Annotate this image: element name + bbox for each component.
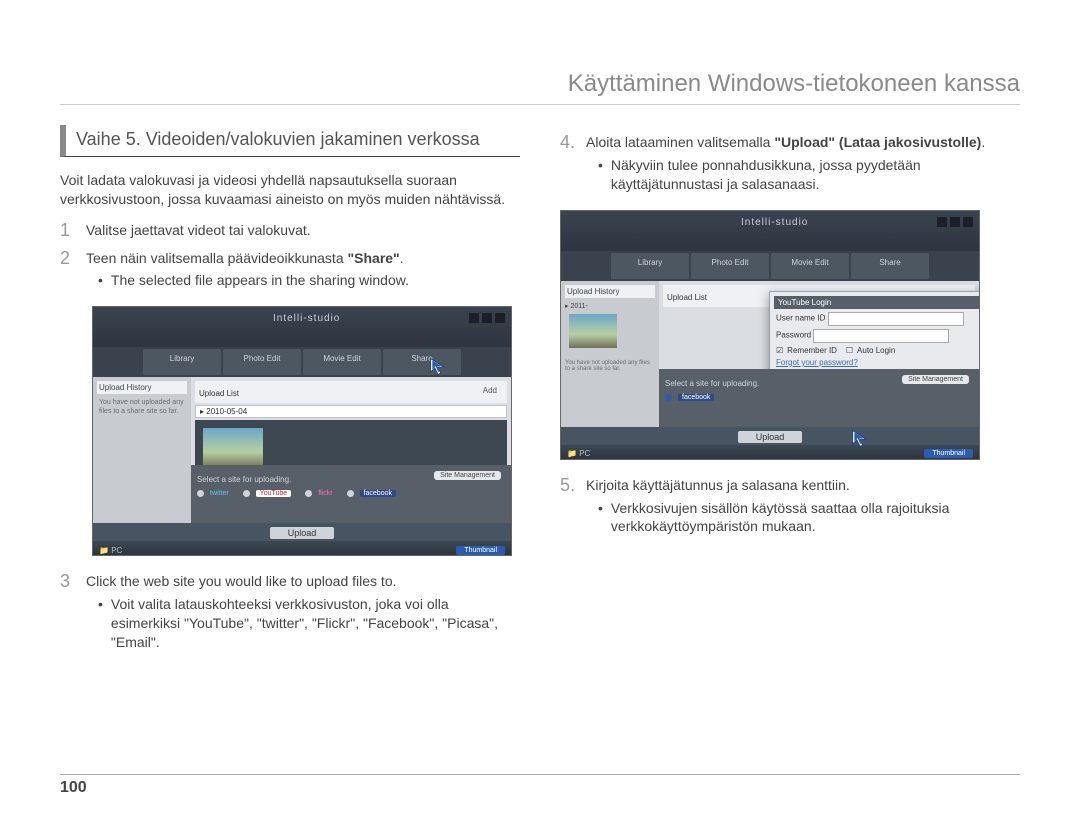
section-heading: Vaihe 5. Videoiden/valokuvien jakaminen … [60, 125, 520, 157]
window-controls [937, 217, 973, 227]
step-2: 2 Teen näin valitsemalla päävideoikkunas… [60, 249, 520, 295]
app-logo-text: Intelli-studio [273, 313, 340, 324]
pc-label: 📁 PC [99, 546, 122, 555]
no-upload-msg: You have not uploaded any files to a sha… [97, 397, 187, 418]
step-number: 5. [560, 476, 576, 541]
footer-divider [60, 774, 1020, 775]
right-column: 4. Aloita lataaminen valitsemalla "Uploa… [560, 125, 1020, 664]
step-text: Click the web site you would like to upl… [86, 573, 397, 589]
app-tabs: Library Photo Edit Movie Edit Share [561, 251, 979, 281]
step-bullet: The selected file appears in the sharing… [98, 271, 520, 290]
app-tabs: Library Photo Edit Movie Edit Share [93, 347, 511, 377]
intro-paragraph: Voit ladata valokuvasi ja videosi yhdell… [60, 171, 520, 209]
step-4: 4. Aloita lataaminen valitsemalla "Uploa… [560, 133, 1020, 198]
step-number: 1 [60, 221, 76, 241]
step-5: 5. Kirjoita käyttäjätunnus ja salasana k… [560, 476, 1020, 541]
tab-movie-edit: Movie Edit [303, 349, 381, 375]
video-thumbnail [203, 428, 263, 468]
step-bullet: Näkyviin tulee ponnahdusikkuna, jossa py… [598, 156, 1020, 194]
site-twitter: twitter [197, 490, 229, 497]
screenshot-login-dialog: Intelli-studio Library Photo Edit Movie … [560, 210, 980, 460]
site-facebook: facebook [347, 490, 396, 497]
password-field [813, 329, 949, 343]
dialog-title: YouTube Login [778, 298, 831, 307]
site-flickr: flickr [305, 490, 332, 497]
upload-button: Upload [738, 431, 803, 443]
thumbnail-mode: Thumbnail [456, 546, 505, 555]
forgot-link: Forgot your password? [776, 358, 980, 367]
step-text: Valitse jaettavat videot tai valokuvat. [86, 221, 520, 241]
step-number: 2 [60, 249, 76, 295]
step-number: 3 [60, 572, 76, 656]
select-site-label: Select a site for uploading. [197, 475, 291, 484]
left-column: Vaihe 5. Videoiden/valokuvien jakaminen … [60, 125, 520, 664]
step-text: Teen näin valitsemalla päävideoikkunasta… [86, 250, 404, 266]
autologin-checkbox: ☐ Auto Login [846, 346, 895, 355]
step-text: Kirjoita käyttäjätunnus ja salasana kent… [586, 477, 850, 493]
cursor-icon [429, 357, 449, 377]
page-number: 100 [60, 779, 87, 797]
cursor-icon [851, 429, 871, 449]
site-youtube: YouTube [243, 490, 292, 497]
manual-page: Käyttäminen Windows-tietokoneen kanssa V… [0, 0, 1080, 827]
username-field [828, 312, 964, 326]
screenshot-share-window: Intelli-studio Library Photo Edit Movie … [92, 306, 512, 556]
step-1: 1 Valitse jaettavat videot tai valokuvat… [60, 221, 520, 241]
step-bullet: Verkkosivujen sisällön käytössä saattaa … [598, 499, 1020, 537]
tab-photo-edit: Photo Edit [223, 349, 301, 375]
site-management: Site Management [434, 471, 501, 480]
add-button: Add [477, 385, 503, 396]
remember-checkbox: ☑ Remember ID [776, 346, 837, 355]
video-thumbnail [569, 314, 617, 348]
step-number: 4. [560, 133, 576, 198]
tab-library: Library [143, 349, 221, 375]
upload-history-header: Upload History [97, 381, 187, 394]
app-logo-text: Intelli-studio [741, 217, 808, 228]
page-header: Käyttäminen Windows-tietokoneen kanssa [60, 70, 1020, 105]
upload-list-header: Upload List [199, 389, 239, 398]
step-text: Aloita lataaminen valitsemalla "Upload" … [586, 134, 985, 150]
window-controls [469, 313, 505, 323]
step-bullet: Voit valita latauskohteeksi verkkosivust… [98, 595, 520, 652]
upload-button: Upload [270, 527, 335, 539]
tab-share: Share [383, 349, 461, 375]
step-3: 3 Click the web site you would like to u… [60, 572, 520, 656]
